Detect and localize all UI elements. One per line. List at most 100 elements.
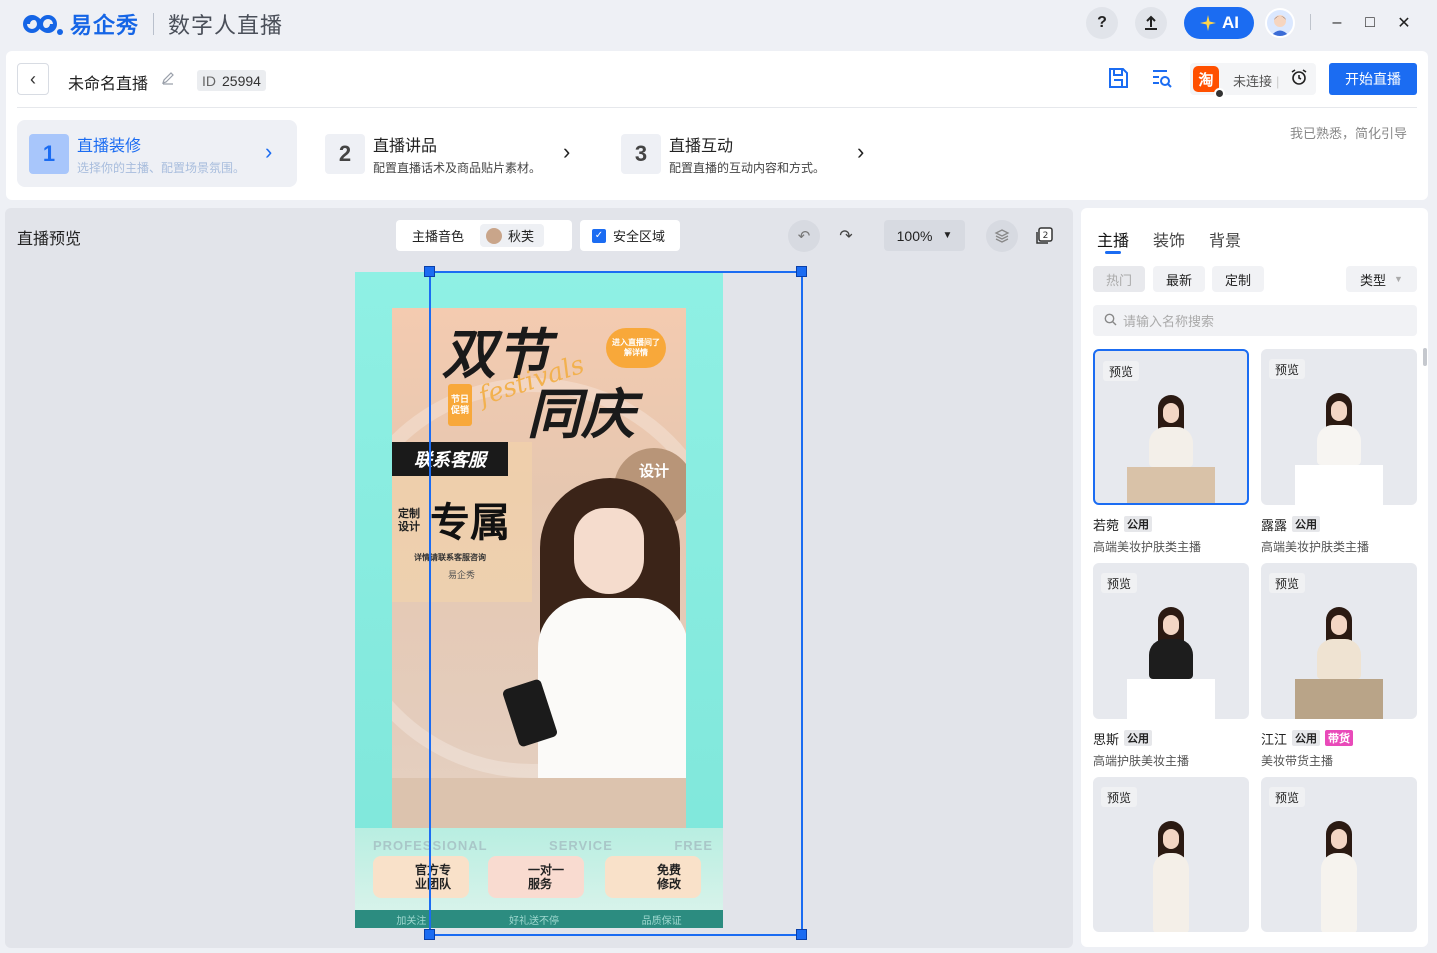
- preview-title: 直播预览: [17, 231, 82, 248]
- help-button[interactable]: ?: [1086, 7, 1118, 39]
- selection-border-top: [429, 271, 803, 273]
- live-canvas[interactable]: 双节 同庆 festivals 进入直播间了解详情 节日促销 联系客服 定制设计…: [355, 272, 723, 928]
- voice-selector[interactable]: 主播音色 秋芙: [396, 220, 572, 251]
- host-outfit: [1317, 425, 1361, 465]
- edit-title-icon[interactable]: [161, 71, 177, 87]
- step-number: 1: [29, 133, 69, 174]
- step-number: 3: [621, 133, 661, 174]
- search-icon: [1104, 313, 1117, 329]
- host-card[interactable]: 预览: [1261, 349, 1417, 505]
- host-name: 露露 公用: [1261, 515, 1321, 533]
- checkbox-checked-icon[interactable]: ✓: [592, 228, 606, 243]
- redo-button[interactable]: ↷: [830, 220, 862, 252]
- ai-button[interactable]: AI: [1184, 7, 1254, 39]
- close-icon: ✕: [1397, 15, 1411, 32]
- host-card[interactable]: 预览: [1093, 563, 1249, 719]
- host-search-input[interactable]: 请输入名称搜索: [1093, 305, 1417, 336]
- host-desk: [1295, 465, 1383, 505]
- preview-label[interactable]: 预览: [1269, 787, 1306, 807]
- selection-border-left: [429, 271, 431, 935]
- voice-chip[interactable]: 秋芙: [480, 224, 545, 247]
- start-live-button[interactable]: 开始直播: [1329, 63, 1417, 95]
- voice-value: 秋芙: [508, 229, 535, 244]
- alarm-clock-icon[interactable]: [1290, 68, 1310, 88]
- host-card[interactable]: 预览: [1093, 777, 1249, 932]
- save-button[interactable]: [1106, 66, 1132, 92]
- poster-footer-1: 加关注: [396, 915, 427, 927]
- host-desk: [1295, 679, 1383, 719]
- poster-feature-2: 一对一服务: [488, 856, 584, 898]
- poster-custom: 定制设计: [398, 508, 420, 533]
- user-avatar[interactable]: [1265, 8, 1295, 38]
- zoom-select[interactable]: 100% ▼: [884, 220, 965, 251]
- host-outfit: [1153, 853, 1189, 932]
- host-face: [1163, 615, 1179, 635]
- host-name: 思斯 公用: [1093, 729, 1153, 747]
- brand-name: 易企秀: [70, 13, 140, 38]
- filter-custom[interactable]: 定制: [1212, 266, 1264, 292]
- upload-icon: [1145, 15, 1157, 30]
- copy-layers-button[interactable]: 2: [1030, 222, 1058, 250]
- step-desc: 配置直播的互动内容和方式。: [669, 160, 826, 175]
- resize-handle-br[interactable]: [796, 929, 807, 940]
- maximize-button[interactable]: □: [1359, 12, 1381, 34]
- header-divider: [17, 107, 1417, 108]
- list-search-button[interactable]: [1150, 66, 1176, 92]
- presenter-face: [574, 508, 644, 594]
- host-desc: 高端美妆护肤类主播: [1261, 540, 1370, 554]
- host-tag: 带货: [1325, 730, 1354, 746]
- back-button[interactable]: ‹: [17, 63, 49, 95]
- scrollbar-thumb[interactable]: [1423, 348, 1427, 366]
- host-desk: [1127, 679, 1215, 719]
- preview-label[interactable]: 预览: [1101, 787, 1138, 807]
- poster-en-3: FREE: [674, 838, 713, 853]
- preview-label[interactable]: 预览: [1269, 573, 1306, 593]
- poster-feature-3: 免费修改: [605, 856, 701, 898]
- connection-status-dot: [1214, 88, 1225, 99]
- resize-handle-tl[interactable]: [424, 266, 435, 277]
- step-decorate[interactable]: 1 直播装修 选择你的主播、配置场景氛围。 ›: [17, 120, 297, 187]
- host-outfit: [1149, 639, 1193, 679]
- selection-border-bottom: [429, 934, 803, 936]
- app-logo: 易企秀 数字人直播: [22, 10, 283, 38]
- tab-background[interactable]: 背景: [1209, 227, 1241, 251]
- safe-area-toggle[interactable]: ✓ 安全区域: [580, 220, 680, 251]
- upload-button[interactable]: [1135, 7, 1167, 39]
- filter-hot[interactable]: 热门: [1093, 266, 1145, 292]
- host-card[interactable]: 预览: [1261, 777, 1417, 932]
- maximize-icon: □: [1365, 14, 1375, 31]
- resize-handle-bl[interactable]: [424, 929, 435, 940]
- poster-badge: 进入直播间了解详情: [606, 328, 666, 368]
- layers-button[interactable]: [986, 220, 1018, 252]
- preview-label[interactable]: 预览: [1101, 573, 1138, 593]
- preview-label[interactable]: 预览: [1269, 359, 1306, 379]
- minimize-button[interactable]: –: [1326, 12, 1348, 34]
- host-card[interactable]: 预览: [1093, 349, 1249, 505]
- poster-footer: 加关注 好礼送不停 品质保证: [355, 910, 723, 928]
- step-products[interactable]: 2 直播讲品 配置直播话术及商品贴片素材。 ›: [313, 120, 583, 187]
- presenter-body: [538, 598, 686, 778]
- chevron-right-icon: ›: [563, 139, 571, 164]
- step-interaction[interactable]: 3 直播互动 配置直播的互动内容和方式。 ›: [609, 120, 879, 187]
- search-placeholder: 请输入名称搜索: [1123, 314, 1215, 329]
- user-avatar-icon: [1271, 15, 1289, 36]
- tab-host[interactable]: 主播: [1097, 227, 1129, 251]
- tab-decoration[interactable]: 装饰: [1153, 227, 1185, 251]
- filter-newest[interactable]: 最新: [1153, 266, 1205, 292]
- close-button[interactable]: ✕: [1393, 12, 1415, 34]
- host-face: [1163, 829, 1179, 849]
- resize-handle-tr[interactable]: [796, 266, 807, 277]
- preview-label[interactable]: 预览: [1103, 361, 1140, 381]
- host-desc: 高端美妆护肤类主播: [1093, 540, 1202, 554]
- simplify-guide-link[interactable]: 我已熟悉，简化引导: [1290, 123, 1407, 142]
- poster-footer-2: 好礼送不停: [508, 915, 559, 927]
- undo-button[interactable]: ↶: [788, 220, 820, 252]
- host-card[interactable]: 预览: [1261, 563, 1417, 719]
- poster-exclusive: 专属: [430, 501, 510, 545]
- live-title: 未命名直播: [68, 76, 149, 93]
- poster-contact: 联系客服: [392, 442, 508, 476]
- redo-icon: ↷: [839, 228, 853, 245]
- type-dropdown[interactable]: 类型 ▼: [1346, 266, 1417, 292]
- host-desc: 美妆带货主播: [1261, 754, 1334, 768]
- poster-feature-1: 官方专业团队: [373, 856, 469, 898]
